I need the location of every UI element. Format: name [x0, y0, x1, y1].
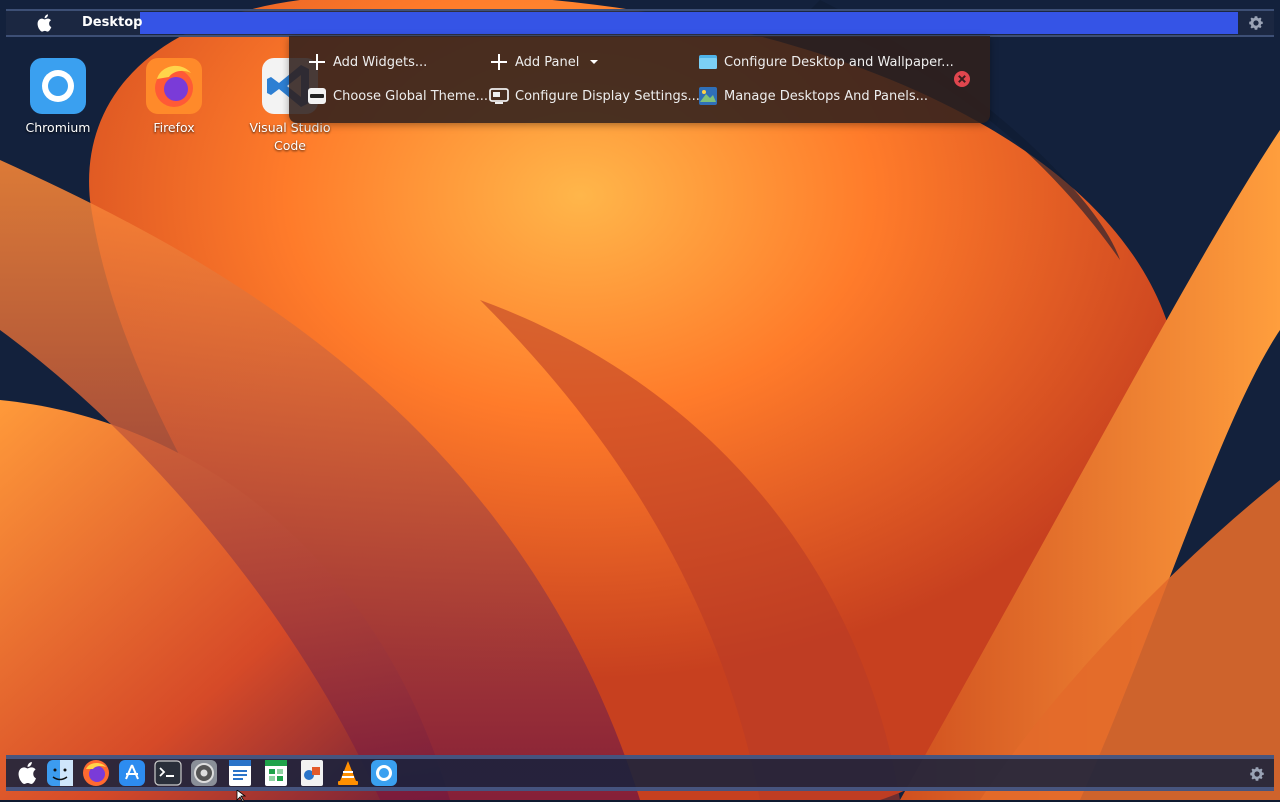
theme-icon: [308, 88, 326, 104]
display-icon: [489, 88, 509, 104]
apple-icon[interactable]: [14, 759, 42, 787]
chromium-icon[interactable]: [370, 759, 398, 787]
configure-desktop-wallpaper-label: Configure Desktop and Wallpaper...: [724, 54, 954, 70]
edit-mode-toolbox: Add Widgets... Add Panel Configure Deskt…: [289, 36, 990, 123]
configure-display-settings-button[interactable]: Configure Display Settings...: [489, 84, 700, 108]
close-icon[interactable]: [953, 70, 971, 88]
firefox-icon[interactable]: [82, 759, 110, 787]
configure-display-settings-label: Configure Display Settings...: [515, 88, 700, 104]
active-window-title: Desktop: [82, 15, 143, 30]
draw-icon[interactable]: [298, 759, 326, 787]
choose-global-theme-button[interactable]: Choose Global Theme...: [307, 84, 488, 108]
bottom-dock: [0, 755, 1280, 800]
panel-highlight-bar[interactable]: [140, 12, 1238, 34]
desktop-icon-firefox[interactable]: Firefox: [124, 57, 224, 137]
mouse-cursor-icon: [236, 790, 247, 802]
terminal-icon[interactable]: [154, 759, 182, 787]
calc-icon[interactable]: [262, 759, 290, 787]
panel-settings-gear-icon[interactable]: [1247, 14, 1265, 32]
folder-icon: [699, 55, 717, 69]
configure-desktop-wallpaper-button[interactable]: Configure Desktop and Wallpaper...: [698, 50, 954, 74]
chevron-down-icon: [590, 60, 599, 64]
apple-icon[interactable]: [34, 12, 56, 34]
add-widgets-button[interactable]: Add Widgets...: [307, 50, 427, 74]
manage-desktops-panels-button[interactable]: Manage Desktops And Panels...: [698, 84, 928, 108]
add-widgets-label: Add Widgets...: [333, 54, 428, 70]
desktop-icon-label: Visual Studio Code: [249, 120, 331, 153]
vlc-icon[interactable]: [334, 759, 362, 787]
chromium-icon: [30, 58, 86, 114]
desktop-icon-chromium[interactable]: Chromium: [8, 57, 108, 137]
choose-global-theme-label: Choose Global Theme...: [333, 88, 488, 104]
finder-icon[interactable]: [46, 759, 74, 787]
desktop-icon-label: Firefox: [153, 120, 195, 135]
firefox-icon: [146, 58, 202, 114]
desktops-icon: [699, 87, 717, 105]
plus-icon: [491, 54, 507, 70]
app-store-icon[interactable]: [118, 759, 146, 787]
add-panel-button[interactable]: Add Panel: [489, 50, 599, 74]
add-panel-label: Add Panel: [515, 54, 580, 70]
dock-settings-gear-icon[interactable]: [1248, 765, 1266, 783]
plus-icon: [309, 54, 325, 70]
manage-desktops-panels-label: Manage Desktops And Panels...: [724, 88, 929, 104]
desktop-icon-label: Chromium: [25, 120, 91, 135]
writer-icon[interactable]: [226, 759, 254, 787]
system-settings-icon[interactable]: [190, 759, 218, 787]
